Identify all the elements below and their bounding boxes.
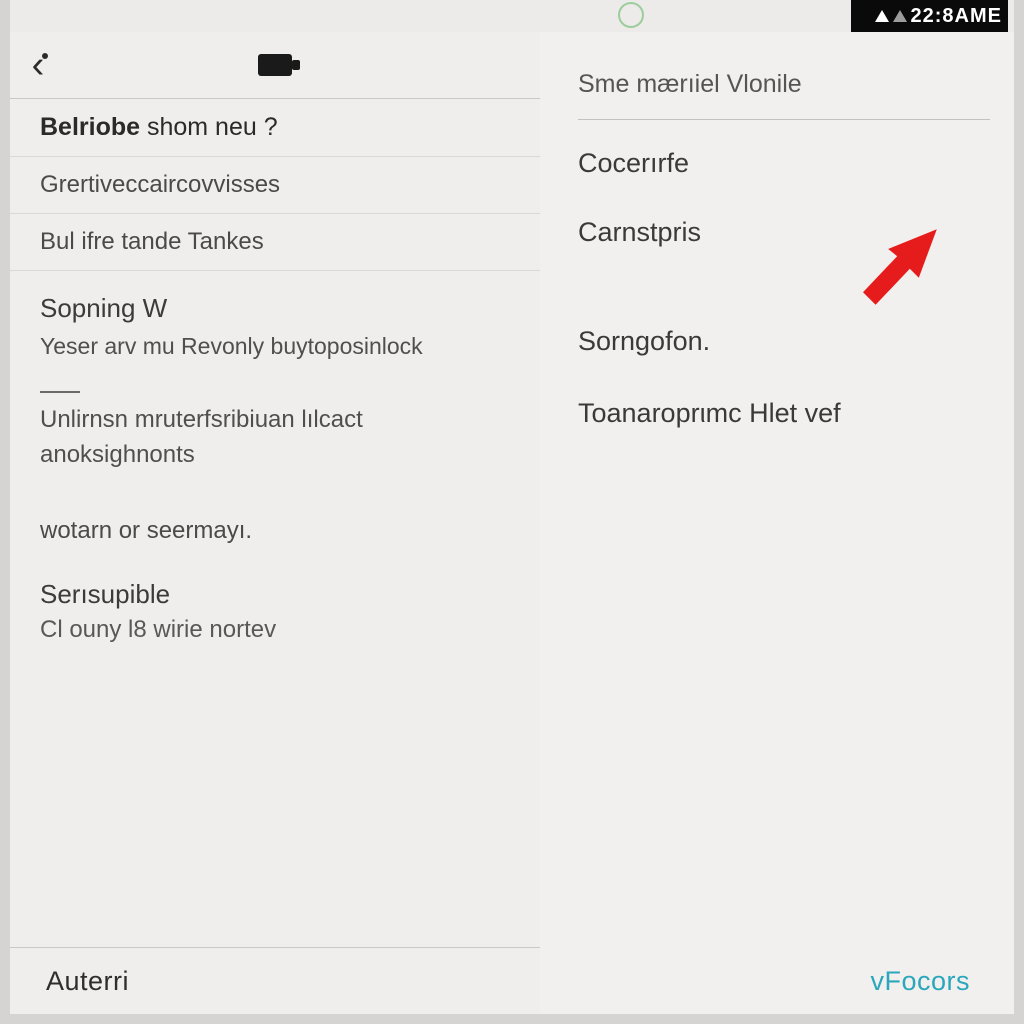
footer-right-button[interactable]: vFocors — [540, 948, 1014, 1014]
camera-icon[interactable] — [258, 54, 292, 76]
section-sub: Yeser arv mu Revonly buytoposinlock — [40, 330, 510, 363]
list-item[interactable]: Bul ifre tande Tankes — [10, 214, 540, 271]
list-item-label: Bul ifre tande Tankes — [40, 228, 264, 255]
list-item-label: wotarn or seermayı. — [40, 517, 510, 545]
back-button[interactable]: ‹ — [10, 46, 70, 84]
status-bar: 22:8AME — [10, 0, 1014, 32]
status-bar-right: 22:8AME — [851, 0, 1008, 32]
right-item-cocenrfe[interactable]: Cocerırfe — [578, 148, 990, 179]
list-item[interactable]: wotarn or seermayı. — [10, 493, 540, 549]
list-item-label: Grertiveccaircovvisses — [40, 171, 280, 198]
list-heading: Belriobe shom neu ? — [40, 113, 278, 141]
status-indicator-icon — [618, 2, 644, 28]
left-pane: ‹ ‹‹ Belriobe shom neu ? Grertiveccairco… — [10, 32, 541, 1014]
right-item-carnstpris[interactable]: Carnstpris — [578, 217, 990, 248]
footer-right-label: vFocors — [870, 966, 970, 997]
paragraph: Unlirnsn mruterfsribiuan lılcact anoksig… — [10, 397, 540, 493]
right-item-sorngofon[interactable]: Sorngofon. — [578, 326, 990, 357]
list-item[interactable]: Serısupible Cl ouny l8 wirie nortev — [10, 549, 540, 648]
section: Sopning W Yeser arv mu Revonly buytoposi… — [10, 271, 540, 367]
footer-left-button[interactable]: Auterri — [10, 947, 540, 1014]
left-header: ‹ ‹‹ — [10, 32, 540, 99]
signal-icon — [893, 10, 907, 22]
divider-short — [40, 391, 80, 393]
footer-left-label: Auterri — [46, 966, 129, 997]
list-heading-row[interactable]: Belriobe shom neu ? — [10, 99, 540, 157]
list-item[interactable]: Grertiveccaircovvisses — [10, 157, 540, 214]
right-item-toanaropr[interactable]: Toanaroprιmc Hlet vef — [578, 395, 990, 433]
right-pane: Sme mærıiel Vlonile Cocerırfe Carnstpris… — [540, 32, 1014, 1014]
app-screen: 22:8AME ‹ ‹‹ Belriobe shom neu ? Grertiv… — [0, 0, 1024, 1024]
signal-icon — [875, 10, 889, 22]
list-item-title: Serısupible — [40, 579, 510, 610]
clock-text: 22:8AME — [911, 5, 1002, 28]
list-item-sub: Cl ouny l8 wirie nortev — [40, 616, 510, 644]
right-heading: Sme mærıiel Vlonile — [578, 70, 990, 120]
section-title: Sopning W — [40, 293, 510, 324]
